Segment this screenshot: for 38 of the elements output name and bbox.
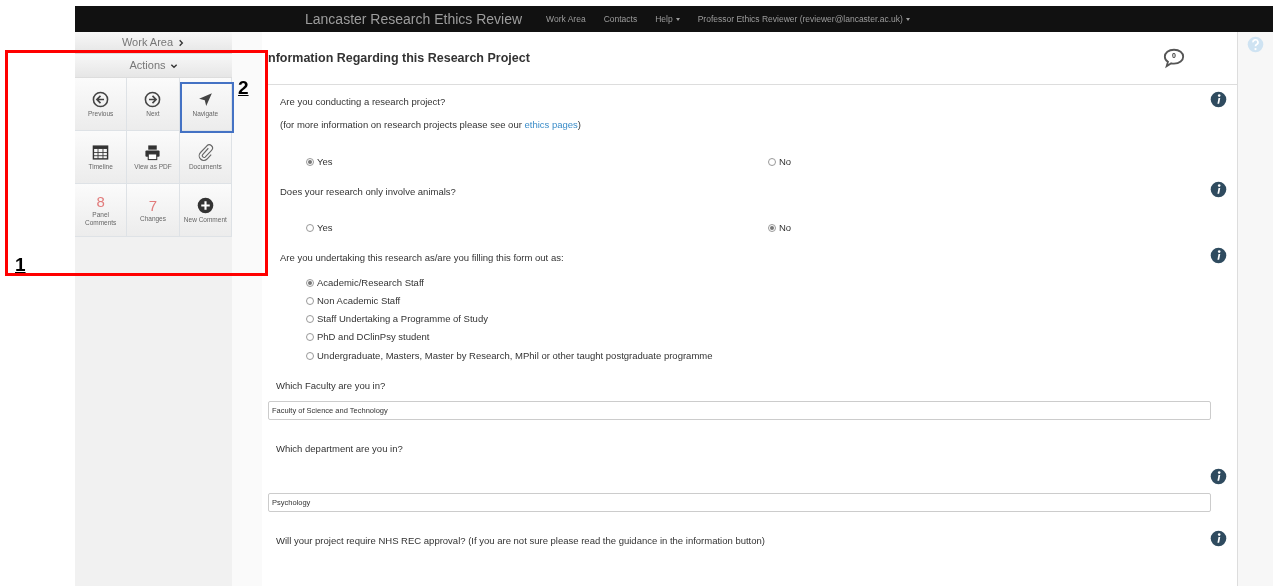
radio-option[interactable]: Non Academic Staff: [306, 293, 1237, 308]
question-label: Are you undertaking this research as/are you filling this form out as:: [280, 251, 564, 266]
radio-option[interactable]: Undergraduate, Masters, Master by Research, MPhil or other taught postgraduate programme: [306, 348, 1237, 363]
section-title: nformation Regarding this Research Project: [268, 49, 530, 67]
comment-bubble-icon[interactable]: [1161, 47, 1187, 69]
callout-number: 2: [238, 78, 249, 97]
nav-link[interactable]: Contacts: [603, 12, 638, 26]
radio-option[interactable]: Staff Undertaking a Programme of Study: [306, 312, 1237, 327]
radio-option[interactable]: No: [768, 221, 1230, 236]
info-icon[interactable]: [1210, 247, 1227, 265]
ethics-link[interactable]: ethics pages: [524, 119, 578, 131]
chevron-right-icon: [177, 38, 186, 47]
nav-link[interactable]: Work Area: [546, 12, 586, 26]
question-label: Which Faculty are you in?: [276, 378, 386, 393]
chevron-down-icon: [169, 61, 178, 70]
question-label: Are you conducting a research project?: [280, 95, 447, 109]
plus-circle-icon: [196, 196, 214, 214]
radio-option[interactable]: PhD and DClinPsy student: [306, 330, 1237, 345]
brand-title[interactable]: Lancaster Research Ethics Review: [305, 8, 523, 30]
actions-bar[interactable]: Actions: [75, 54, 232, 78]
info-icon[interactable]: [1210, 530, 1227, 548]
question-label: Will your project require NHS REC approval? (If you are not sure please read the guidance in the information button): [276, 534, 765, 549]
radio-option[interactable]: Yes: [306, 154, 768, 169]
info-icon[interactable]: [1210, 180, 1227, 198]
question-label: Does your research only involve animals?: [280, 184, 456, 199]
radio-option[interactable]: Yes: [306, 221, 768, 236]
printer-icon: [144, 143, 162, 161]
nav-link[interactable]: Help: [655, 12, 680, 26]
table-icon: [92, 143, 110, 161]
radio-option[interactable]: Academic/Research Staff: [306, 275, 1237, 290]
radio-option[interactable]: No: [768, 154, 1230, 169]
callout-number: 1: [15, 255, 26, 274]
note-text: (for more information on research projects please see our ethics pages): [280, 118, 581, 133]
info-icon[interactable]: [1210, 468, 1227, 486]
nav-link[interactable]: Professor Ethics Reviewer (reviewer@lancaster.ac.uk): [697, 12, 910, 26]
question-label: Which department are you in?: [276, 442, 403, 456]
paperclip-icon: [196, 143, 214, 161]
info-icon[interactable]: [1210, 91, 1227, 108]
